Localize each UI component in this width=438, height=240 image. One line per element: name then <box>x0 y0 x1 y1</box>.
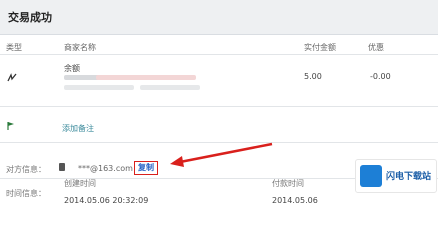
row-amount: 5.00 <box>304 72 322 81</box>
pay-time-label: 付款时间 <box>272 179 304 188</box>
header-divider <box>0 54 438 55</box>
col-discount: 优惠 <box>368 43 384 52</box>
page-title: 交易成功 <box>8 11 52 24</box>
watermark-logo: 闪电下载站 <box>355 159 437 193</box>
title-bar: 交易成功 <box>0 0 438 35</box>
add-note-link[interactable]: 添加备注 <box>62 123 94 134</box>
sign-icon <box>7 73 17 82</box>
copy-button[interactable]: 复制 <box>134 161 158 175</box>
row-divider <box>0 106 438 107</box>
col-type: 类型 <box>6 43 22 52</box>
row-discount: -0.00 <box>370 72 391 81</box>
pay-time: 2014.05.06 <box>272 196 318 205</box>
account-masked: ***@163.com <box>78 164 133 173</box>
logo-icon <box>360 165 382 187</box>
logo-text: 闪电下载站 <box>386 172 432 182</box>
time-label: 时间信息： <box>6 189 46 198</box>
paid-label: 对方信息： <box>6 165 46 174</box>
row-name: 余额 <box>64 64 80 73</box>
col-amount: 实付金额 <box>304 43 336 52</box>
create-time: 2014.05.06 20:32:09 <box>64 196 149 205</box>
create-time-label: 创建时间 <box>64 179 96 188</box>
col-merchant: 商家名称 <box>64 43 96 52</box>
blurred-text <box>140 85 200 90</box>
blurred-text <box>96 75 196 80</box>
arrow-annotation-icon <box>170 142 273 167</box>
phone-icon <box>59 163 65 171</box>
flag-icon <box>7 122 14 130</box>
blurred-text <box>64 85 134 90</box>
